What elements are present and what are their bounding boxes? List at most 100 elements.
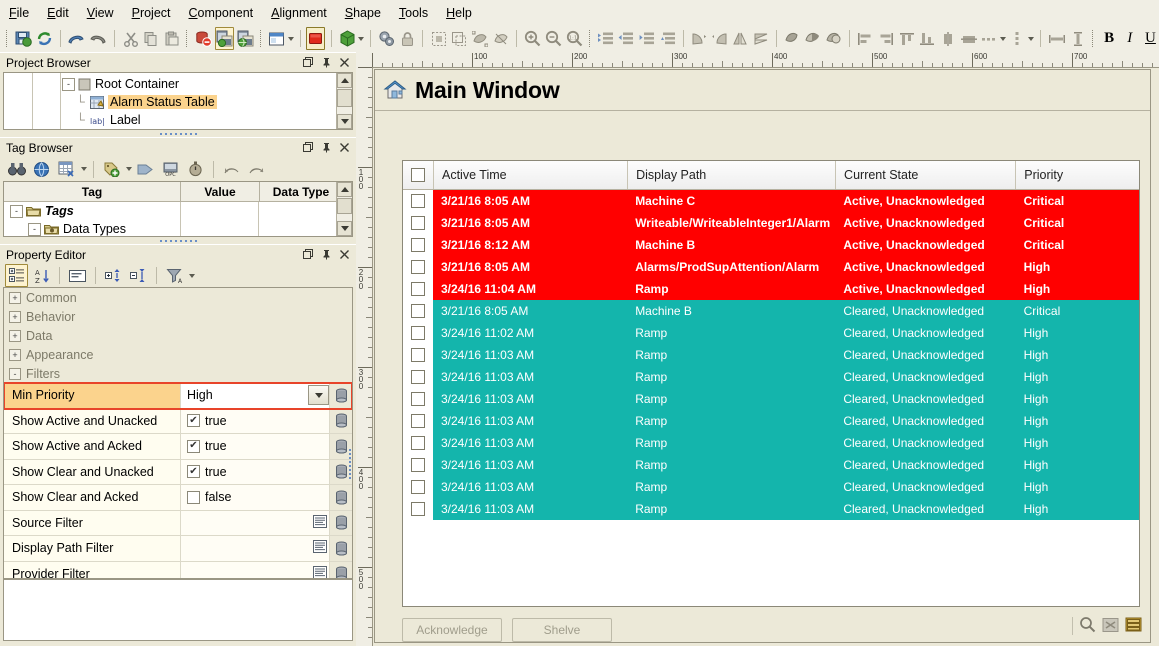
menu-item-alignment[interactable]: Alignment (262, 3, 336, 23)
dropdown-caret-icon[interactable] (124, 160, 133, 178)
bold-icon[interactable]: B (1100, 27, 1119, 50)
rotate-right-icon[interactable] (710, 27, 729, 50)
property-group-behavior[interactable]: +Behavior (4, 307, 352, 326)
property-row[interactable]: Show Active and Acked✔true (4, 434, 352, 460)
flip-vertical-icon[interactable] (752, 27, 771, 50)
flip-horizontal-icon[interactable] (731, 27, 750, 50)
tag-column-header[interactable]: Value (181, 182, 260, 201)
property-value-cell[interactable]: false (181, 485, 329, 510)
undo-icon[interactable] (66, 27, 86, 50)
alarm-row[interactable]: 3/21/16 8:12 AMMachine BActive, Unacknow… (403, 234, 1139, 256)
indent-top-icon[interactable] (658, 27, 677, 50)
alarm-status-table[interactable]: Active TimeDisplay PathCurrent StatePrio… (402, 160, 1140, 607)
size-width-icon[interactable] (1047, 27, 1067, 50)
lock-icon[interactable] (398, 27, 417, 50)
alarm-row-checkbox[interactable] (403, 278, 433, 300)
sort-alpha-icon[interactable]: AZ (30, 264, 53, 287)
panel-splitter[interactable] (0, 237, 356, 244)
dropdown-caret-icon[interactable] (1028, 30, 1035, 48)
restore-icon[interactable] (301, 56, 316, 70)
export-icon[interactable] (245, 158, 268, 181)
pin-icon[interactable] (319, 248, 334, 262)
align-top-icon[interactable] (897, 27, 916, 50)
zoom-out-icon[interactable] (544, 27, 563, 50)
property-row[interactable]: Source Filter (4, 511, 352, 537)
property-checkbox[interactable]: ✔ (187, 465, 200, 478)
select-all-checkbox[interactable] (403, 161, 434, 189)
alarm-row-checkbox[interactable] (403, 366, 433, 388)
scroll-down-button[interactable] (337, 114, 352, 129)
alarm-row[interactable]: 3/24/16 11:03 AMRampCleared, Unacknowled… (403, 476, 1139, 498)
tree-expander-icon[interactable]: - (10, 205, 23, 218)
binoculars-icon[interactable] (5, 158, 28, 181)
dropdown-caret-icon[interactable] (187, 267, 196, 285)
settings-gears-icon[interactable] (377, 27, 396, 50)
alarm-row[interactable]: 3/24/16 11:03 AMRampCleared, Unacknowled… (403, 410, 1139, 432)
alarm-row-checkbox[interactable] (403, 322, 433, 344)
property-value-cell[interactable] (181, 511, 329, 536)
group-expander-icon[interactable]: + (9, 292, 21, 304)
tree-expander-icon[interactable]: - (62, 78, 75, 91)
alarm-column-header[interactable]: Display Path (628, 161, 836, 189)
alarm-row[interactable]: 3/21/16 8:05 AMAlarms/ProdSupAttention/A… (403, 256, 1139, 278)
menu-item-component[interactable]: Component (180, 3, 263, 23)
tag-grid-icon[interactable] (55, 158, 78, 181)
categorized-icon[interactable] (5, 264, 28, 287)
alarm-row[interactable]: 3/21/16 8:05 AMMachine BCleared, Unackno… (403, 300, 1139, 322)
alarm-row[interactable]: 3/24/16 11:04 AMRampActive, Unacknowledg… (403, 278, 1139, 300)
dropdown-button[interactable] (308, 385, 329, 405)
tree-expander-icon[interactable]: - (28, 223, 41, 236)
select-all-icon[interactable] (429, 27, 448, 50)
alarm-row-checkbox[interactable] (403, 388, 433, 410)
menu-item-project[interactable]: Project (123, 3, 180, 23)
add-tag-icon[interactable] (100, 158, 123, 181)
alarm-row-checkbox[interactable] (403, 476, 433, 498)
alarm-row[interactable]: 3/21/16 8:05 AMMachine CActive, Unacknow… (403, 190, 1139, 212)
align-right-icon[interactable] (877, 27, 896, 50)
group-expander-icon[interactable]: + (9, 311, 21, 323)
shape-deselect-icon[interactable] (491, 27, 510, 50)
database-disabled-icon[interactable] (194, 27, 213, 50)
menu-item-tools[interactable]: Tools (390, 3, 437, 23)
alarm-row-checkbox[interactable] (403, 212, 433, 234)
alarm-row[interactable]: 3/21/16 8:05 AMWriteable/WriteableIntege… (403, 212, 1139, 234)
alarm-row[interactable]: 3/24/16 11:03 AMRampCleared, Unacknowled… (403, 454, 1139, 476)
dropdown-caret-icon[interactable] (287, 30, 294, 48)
refresh-icon[interactable] (35, 27, 54, 50)
underline-icon[interactable]: U (1141, 27, 1159, 50)
tag-tree-item[interactable]: -Data Types (4, 220, 336, 237)
menu-item-edit[interactable]: Edit (38, 3, 78, 23)
property-binding-button[interactable] (329, 511, 352, 536)
close-icon[interactable] (337, 56, 352, 70)
alarm-row-checkbox[interactable] (403, 300, 433, 322)
timer-icon[interactable] (184, 158, 207, 181)
zoom-in-icon[interactable] (523, 27, 542, 50)
scroll-up-button[interactable] (337, 182, 352, 197)
size-height-icon[interactable] (1069, 27, 1088, 50)
pin-icon[interactable] (319, 141, 334, 155)
property-row[interactable]: Display Path Filter (4, 536, 352, 562)
drawer-icon[interactable] (1125, 616, 1142, 636)
alarm-row[interactable]: 3/24/16 11:03 AMRampCleared, Unacknowled… (403, 432, 1139, 454)
alarm-row-checkbox[interactable] (403, 454, 433, 476)
select-region-icon[interactable] (450, 27, 469, 50)
indent-right-icon[interactable] (638, 27, 657, 50)
alarm-row-checkbox[interactable] (403, 190, 433, 212)
new-window-icon[interactable] (267, 27, 286, 50)
property-value-cell[interactable]: High (181, 383, 329, 408)
tag-column-header[interactable]: Data Type (260, 182, 343, 201)
property-value-cell[interactable]: ✔true (181, 409, 329, 434)
align-center-icon[interactable] (939, 27, 958, 50)
close-icon[interactable] (337, 248, 352, 262)
property-binding-button[interactable] (329, 562, 352, 580)
window-green-icon[interactable] (215, 27, 234, 50)
copy-icon[interactable] (142, 27, 161, 50)
alarm-row[interactable]: 3/24/16 11:03 AMRampCleared, Unacknowled… (403, 344, 1139, 366)
shape-union-icon[interactable] (783, 27, 802, 50)
text-editor-icon[interactable] (313, 566, 327, 579)
property-row[interactable]: Provider Filter (4, 562, 352, 580)
scroll-thumb[interactable] (337, 89, 352, 107)
alarm-row[interactable]: 3/24/16 11:03 AMRampCleared, Unacknowled… (403, 388, 1139, 410)
scroll-down-button[interactable] (337, 221, 352, 236)
cut-icon[interactable] (121, 27, 140, 50)
